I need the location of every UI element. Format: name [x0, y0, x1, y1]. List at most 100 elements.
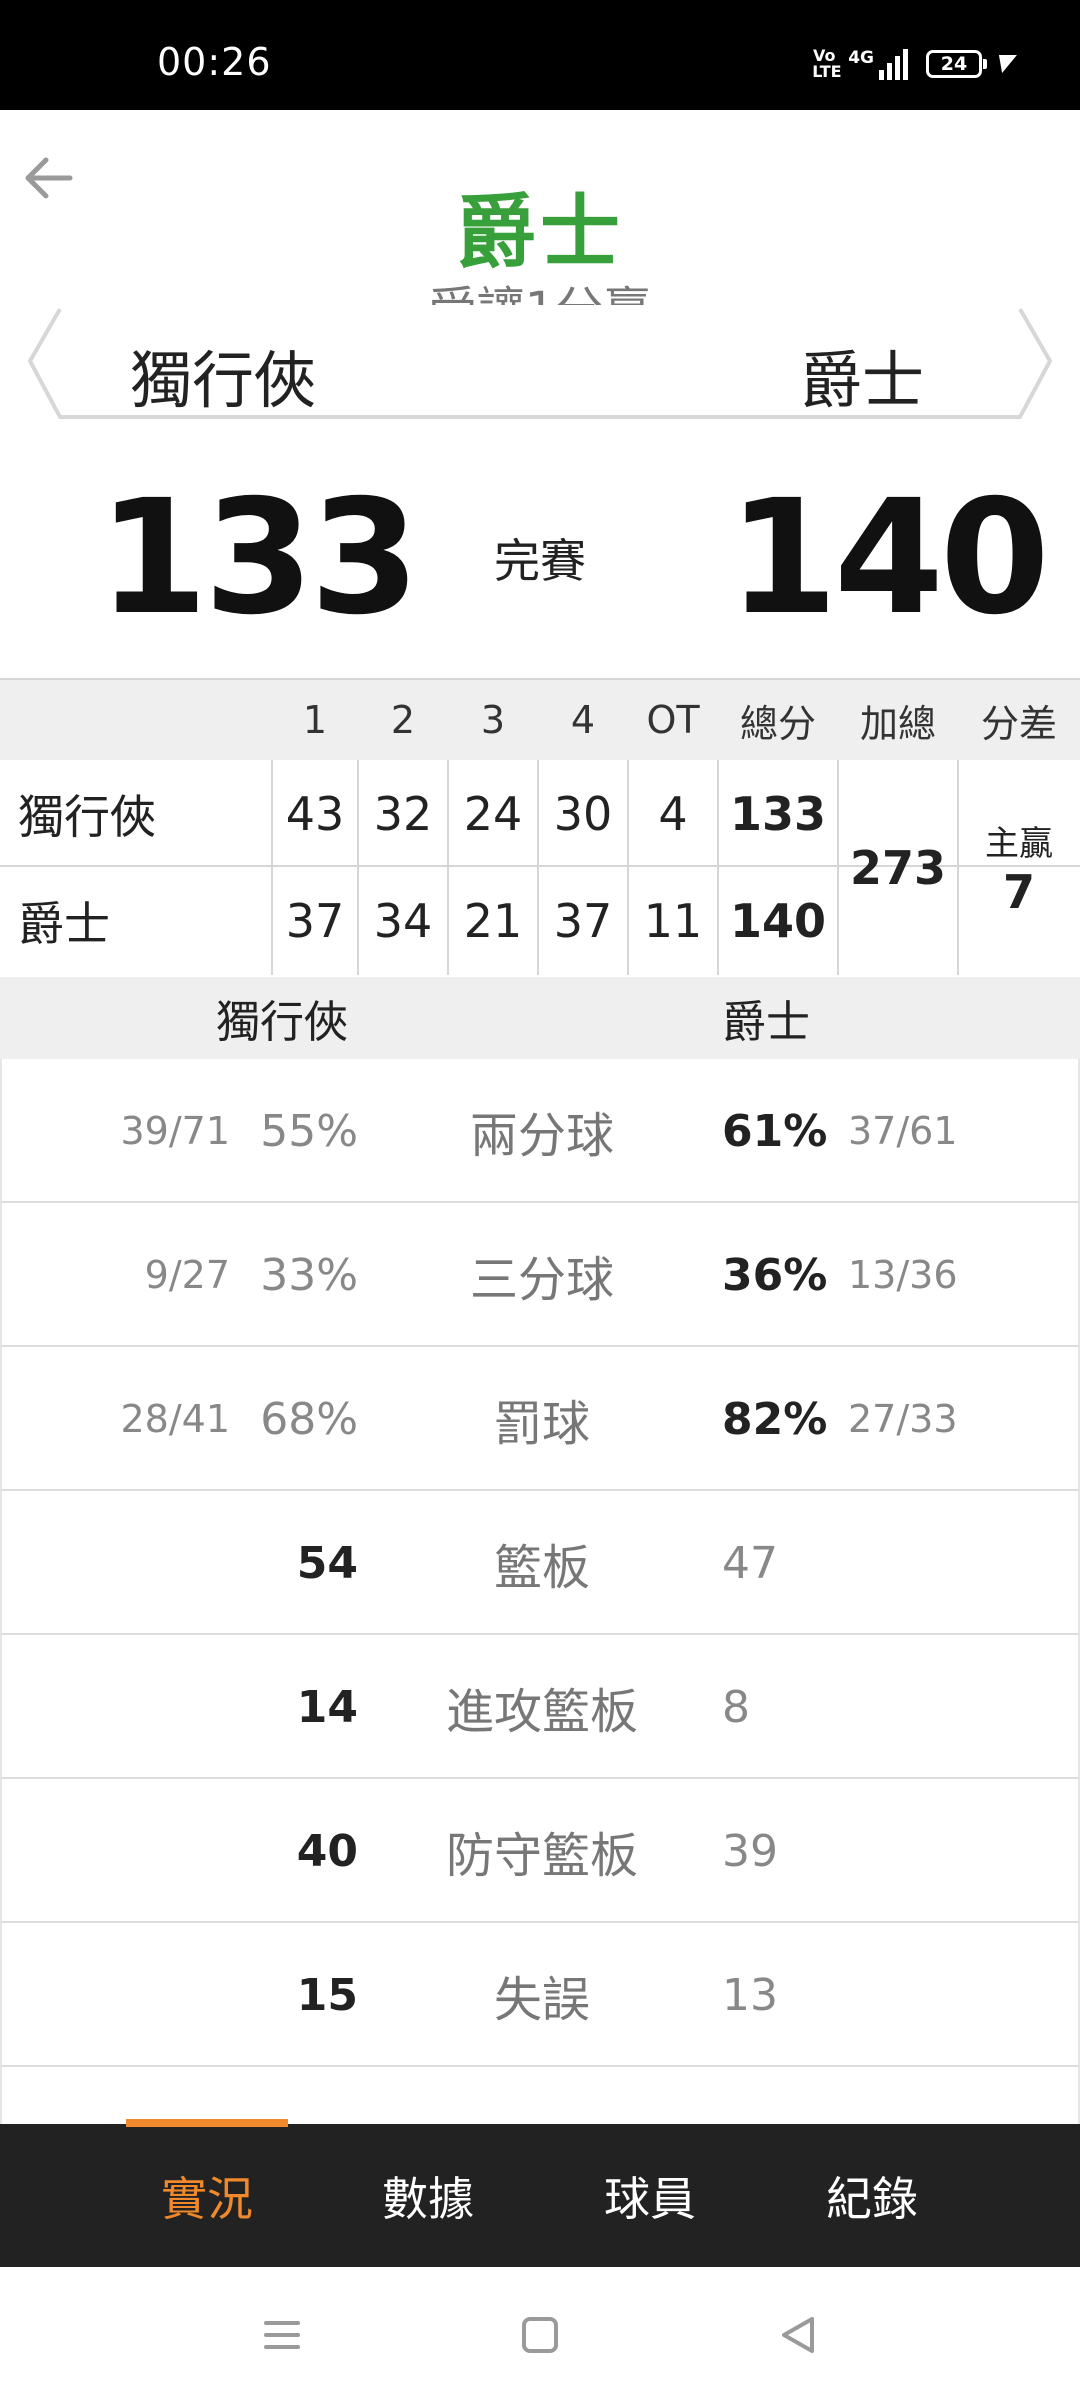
team-stats-list[interactable]: 39/71 55% 兩分球 61% 37/61 9/27 33% 三分球 36%… — [0, 1059, 1080, 2124]
margin-label: 主贏 — [985, 824, 1053, 864]
row-q3: 21 — [463, 893, 523, 948]
stat-label: 罰球 — [493, 1396, 590, 1452]
battery-icon: 24 — [926, 50, 987, 78]
signal-bar — [887, 63, 892, 80]
header-q2: 2 — [390, 698, 416, 742]
away-made-attempted: 28/41 — [120, 1397, 230, 1441]
column-divider — [357, 760, 359, 975]
stat-row-defensive-rebounds: 40 防守籃板 39 — [0, 1779, 1080, 1923]
winner-team-name: 爵士 — [456, 186, 624, 279]
row-q4: 37 — [553, 893, 613, 948]
home-value: 47 — [722, 1537, 778, 1589]
menu-button[interactable] — [252, 2305, 312, 2365]
stat-row-partial — [0, 2067, 1080, 2124]
triangle-back-icon — [782, 2317, 814, 2353]
home-made-attempted: 27/33 — [848, 1397, 958, 1441]
row-ot: 11 — [643, 893, 703, 948]
home-value: 8 — [722, 1681, 750, 1733]
row-team-name: 獨行俠 — [18, 789, 156, 844]
charging-icon — [993, 55, 1017, 73]
header-combined: 加總 — [859, 701, 936, 746]
home-made-attempted: 37/61 — [848, 1109, 958, 1153]
stat-label: 進攻籃板 — [445, 1684, 638, 1740]
away-value: 40 — [296, 1825, 358, 1877]
signal-bar — [903, 49, 908, 80]
row-team-name: 爵士 — [18, 896, 110, 951]
app-root: 00:26 Vo LTE 4G 24 爵士 受讓1分贏 獨行俠 爵士 — [0, 0, 1080, 2400]
column-divider — [447, 760, 449, 975]
home-score: 140 — [728, 466, 1050, 650]
stats-header: 獨行俠 爵士 — [0, 977, 1080, 1059]
stat-row-offensive-rebounds: 14 進攻籃板 8 — [0, 1635, 1080, 1779]
tab-live[interactable]: 實況 — [117, 2124, 297, 2267]
home-team-name[interactable]: 爵士 — [800, 330, 924, 420]
row-total: 140 — [729, 893, 827, 948]
away-made-attempted: 39/71 — [120, 1109, 230, 1153]
home-value: 39 — [722, 1825, 778, 1877]
column-divider — [717, 760, 719, 975]
away-percentage: 55% — [260, 1105, 358, 1157]
quarter-table-header: 1 2 3 4 OT 總分 加總 分差 — [0, 680, 1080, 760]
network-type-label: 4G — [848, 48, 874, 68]
stat-label: 兩分球 — [469, 1108, 614, 1164]
header-ot: OT — [646, 698, 700, 742]
row-total: 133 — [729, 786, 827, 841]
home-value: 13 — [722, 1969, 778, 2021]
header-q3: 3 — [480, 698, 506, 742]
margin-cell: 主贏 7 — [958, 760, 1080, 975]
stat-row-turnovers: 15 失誤 13 — [0, 1923, 1080, 2067]
row-q4: 30 — [553, 786, 613, 841]
signal-icon: 4G — [848, 48, 908, 80]
stat-row-three-pointers: 9/27 33% 三分球 36% 13/36 — [0, 1203, 1080, 1347]
away-value: 14 — [296, 1681, 358, 1733]
row-q1: 43 — [285, 786, 345, 841]
status-icons: Vo LTE 4G 24 — [812, 46, 1017, 81]
stat-label: 防守籃板 — [445, 1828, 638, 1884]
away-percentage: 68% — [260, 1393, 358, 1445]
away-team-name[interactable]: 獨行俠 — [130, 330, 316, 420]
row-q3: 24 — [463, 786, 523, 841]
bottom-tab-bar: 實況 數據 球員 紀錄 — [0, 2124, 1080, 2267]
row-q2: 34 — [373, 893, 433, 948]
column-divider — [627, 760, 629, 975]
home-percentage: 61% — [722, 1105, 828, 1157]
tab-players[interactable]: 球員 — [560, 2124, 740, 2267]
quarter-score-table: 1 2 3 4 OT 總分 加總 分差 獨行俠 43 32 24 30 4 13… — [0, 678, 1080, 975]
stats-home-team: 爵士 — [722, 997, 810, 1048]
tab-stats[interactable]: 數據 — [338, 2124, 518, 2267]
row-q2: 32 — [373, 786, 433, 841]
signal-bar — [879, 70, 884, 80]
home-button[interactable] — [510, 2305, 570, 2365]
stat-label: 三分球 — [469, 1252, 614, 1308]
header-q1: 1 — [302, 698, 328, 742]
home-percentage: 36% — [722, 1249, 828, 1301]
signal-bar — [895, 56, 900, 80]
away-value: 15 — [296, 1969, 358, 2021]
system-back-button[interactable] — [768, 2305, 828, 2365]
away-value: 54 — [296, 1537, 358, 1589]
stat-row-rebounds: 54 籃板 47 — [0, 1491, 1080, 1635]
home-square-icon — [522, 2317, 558, 2353]
column-divider — [537, 760, 539, 975]
home-percentage: 82% — [722, 1393, 828, 1445]
status-time: 00:26 — [157, 40, 272, 84]
header-margin: 分差 — [980, 701, 1057, 746]
combined-total-cell: 273 — [838, 760, 958, 975]
stat-row-free-throws: 28/41 68% 罰球 82% 27/33 — [0, 1347, 1080, 1491]
volte-icon: Vo LTE — [812, 46, 842, 81]
column-divider — [271, 760, 273, 975]
stat-label: 籃板 — [493, 1540, 590, 1596]
system-navigation-bar — [0, 2267, 1080, 2400]
header-total: 總分 — [739, 701, 816, 746]
stat-row-two-pointers: 39/71 55% 兩分球 61% 37/61 — [0, 1059, 1080, 1203]
away-percentage: 33% — [260, 1249, 358, 1301]
tab-records[interactable]: 紀錄 — [782, 2124, 962, 2267]
battery-level: 24 — [940, 53, 968, 75]
stats-away-team: 獨行俠 — [216, 997, 348, 1048]
row-q1: 37 — [285, 893, 345, 948]
active-tab-indicator — [126, 2119, 288, 2127]
status-bar: 00:26 Vo LTE 4G 24 — [0, 0, 1080, 110]
margin-value: 7 — [1002, 865, 1035, 919]
header-q4: 4 — [570, 698, 596, 742]
home-made-attempted: 13/36 — [848, 1253, 958, 1297]
